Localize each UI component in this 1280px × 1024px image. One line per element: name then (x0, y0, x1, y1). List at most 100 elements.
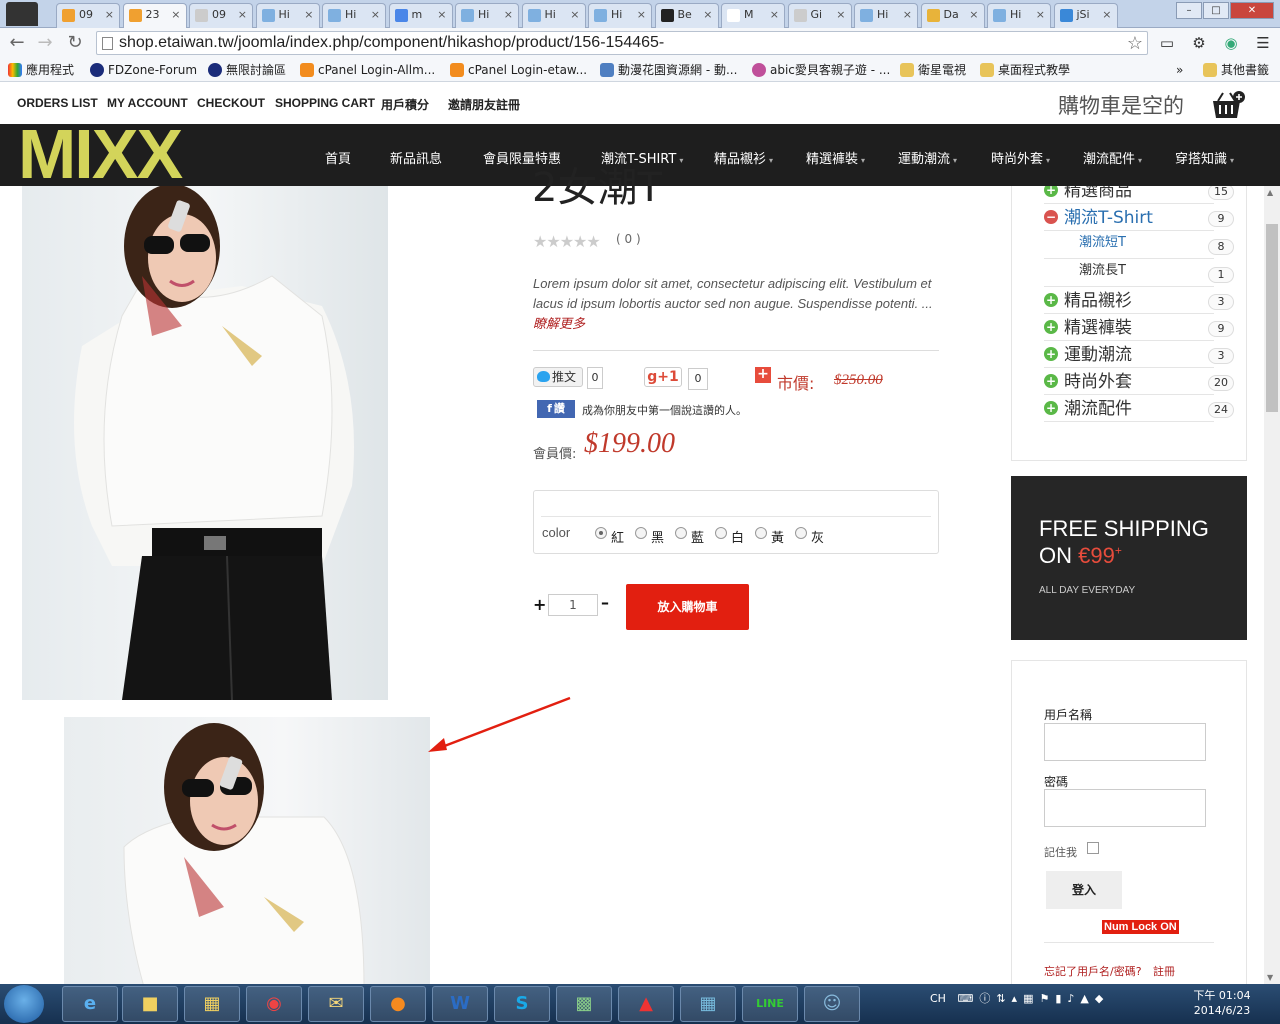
main-menu-item[interactable]: 首頁 (325, 148, 351, 167)
color-radio-white[interactable] (715, 527, 727, 539)
page-scrollbar[interactable]: ▲ ▼ (1264, 186, 1280, 984)
system-clock[interactable]: 下午 01:04 2014/6/23 (1192, 988, 1252, 1018)
color-radio-gray[interactable] (795, 527, 807, 539)
tab-close-icon[interactable]: × (637, 4, 646, 26)
my-account-link[interactable]: MY ACCOUNT (107, 96, 188, 110)
main-menu-item[interactable]: 穿搭知識 ▾ (1175, 148, 1234, 167)
bookmark-folder-desktop[interactable]: 桌面程式教學 (980, 62, 1070, 78)
category-item[interactable]: + 精選商品 (1044, 186, 1132, 201)
browser-tab[interactable]: m × (388, 3, 453, 28)
quantity-input[interactable]: 1 (548, 594, 598, 616)
tab-close-icon[interactable]: × (1102, 4, 1111, 26)
category-item[interactable]: + 時尚外套 (1044, 367, 1132, 392)
category-item[interactable]: + 潮流配件 (1044, 394, 1132, 419)
menu-icon[interactable]: ☰ (1253, 33, 1273, 53)
extension-icon[interactable]: ⚙ (1189, 33, 1209, 53)
expand-icon[interactable]: + (1044, 293, 1058, 307)
tray-icons[interactable]: ⌨ⓘ⇅▴▦⚑▮♪▲◆ (957, 992, 1109, 1005)
browser-tab[interactable]: Hi × (322, 3, 386, 28)
network-app-icon[interactable]: ▩ (556, 986, 612, 1022)
facebook-like-button[interactable]: f讚 (537, 400, 575, 418)
main-menu-item[interactable]: 潮流配件 ▾ (1083, 148, 1142, 167)
scroll-down-arrow[interactable]: ▼ (1267, 973, 1273, 982)
tab-close-icon[interactable]: × (903, 4, 912, 26)
browser-tab[interactable]: M × (721, 3, 785, 28)
bookmark-forum[interactable]: 無限討論區 (208, 62, 286, 78)
main-menu-item[interactable]: 會員限量特惠 (483, 148, 561, 167)
add-to-cart-button[interactable]: 放入購物車 (626, 584, 749, 630)
bookmark-folder-tv[interactable]: 衛星電視 (900, 62, 966, 78)
forgot-password-link[interactable]: 忘記了用戶名/密碼? (1044, 965, 1142, 978)
tab-close-icon[interactable]: × (171, 4, 180, 26)
rating-stars[interactable]: ★★★★★ (533, 232, 601, 251)
checkout-link[interactable]: CHECKOUT (197, 96, 265, 110)
browser-tab[interactable]: Hi × (987, 3, 1051, 28)
remember-me-checkbox[interactable] (1087, 842, 1099, 854)
password-input[interactable] (1044, 789, 1206, 827)
cart-status-text[interactable]: 購物車是空的 (1058, 90, 1184, 120)
tab-close-icon[interactable]: × (969, 4, 978, 26)
tweet-button[interactable]: 推文 (533, 367, 583, 387)
browser-tab[interactable]: Hi × (255, 3, 320, 28)
main-menu-item[interactable]: 潮流T-SHIRT ▾ (601, 148, 683, 167)
orders-list-link[interactable]: ORDERS LIST (17, 96, 98, 110)
user-points-link[interactable]: 用戶積分 (381, 96, 429, 113)
color-radio-black[interactable] (635, 527, 647, 539)
bookmark-abic[interactable]: abic愛貝客親子遊 - ... (752, 62, 890, 78)
cast-icon[interactable]: ▭ (1157, 33, 1177, 53)
share-plus-icon[interactable]: + (755, 367, 771, 383)
category-item[interactable]: + 精品襯衫 (1044, 286, 1132, 311)
quantity-decrease-button[interactable]: – (601, 593, 609, 612)
tab-close-icon[interactable]: × (304, 4, 313, 26)
tab-close-icon[interactable]: × (770, 4, 779, 26)
tab-close-icon[interactable]: × (504, 4, 513, 26)
main-menu-item[interactable]: 時尚外套 ▾ (991, 148, 1050, 167)
word-icon[interactable]: W (432, 986, 488, 1022)
bookmark-other[interactable]: 其他書籤 (1203, 62, 1269, 78)
bookmark-cpanel-allm[interactable]: cPanel Login-Allm... (300, 62, 435, 78)
ie-icon[interactable]: e (62, 986, 118, 1022)
bookmark-anime[interactable]: 動漫花園資源網 - 動... (600, 62, 737, 78)
bookmark-apps[interactable]: 應用程式 (8, 62, 74, 78)
color-radio-red[interactable] (595, 527, 607, 539)
browser-profile-icon[interactable] (6, 2, 38, 26)
tab-close-icon[interactable]: × (238, 4, 247, 26)
category-item[interactable]: 潮流長T (1079, 259, 1126, 278)
color-radio-blue[interactable] (675, 527, 687, 539)
product-main-image[interactable] (22, 186, 388, 700)
category-item[interactable]: 潮流短T (1079, 231, 1126, 250)
username-input[interactable] (1044, 723, 1206, 761)
main-menu-item[interactable]: 新品訊息 (390, 148, 442, 167)
scrollbar-thumb[interactable] (1266, 224, 1278, 412)
forward-icon[interactable]: → (34, 32, 56, 54)
firefox-icon[interactable]: ● (370, 986, 426, 1022)
explorer-icon[interactable]: ▦ (184, 986, 240, 1022)
windows-app-icon[interactable]: ▦ (680, 986, 736, 1022)
browser-tab[interactable]: Be × (654, 3, 719, 28)
bookmark-cpanel-etaw[interactable]: cPanel Login-etaw... (450, 62, 587, 78)
minimize-button[interactable]: – (1176, 2, 1202, 19)
browser-tab[interactable]: 09 × (56, 3, 120, 28)
read-more-link[interactable]: 瞭解更多 (533, 316, 585, 331)
main-menu-item[interactable]: 精品襯衫 ▾ (714, 148, 773, 167)
tab-close-icon[interactable]: × (105, 4, 114, 26)
line-icon[interactable]: LINE (742, 986, 798, 1022)
tab-close-icon[interactable]: × (437, 4, 446, 26)
scroll-up-arrow[interactable]: ▲ (1267, 188, 1273, 197)
tab-close-icon[interactable]: × (570, 4, 579, 26)
expand-icon[interactable]: + (1044, 347, 1058, 361)
gplus-button[interactable]: g+1 (644, 367, 682, 387)
users-app-icon[interactable]: ☺ (804, 986, 860, 1022)
mail-icon[interactable]: ✉ (308, 986, 364, 1022)
chrome-icon[interactable]: ◉ (246, 986, 302, 1022)
tab-close-icon[interactable]: × (371, 4, 380, 26)
browser-tab[interactable]: 23 × (122, 3, 187, 29)
browser-tab[interactable]: Hi × (521, 3, 586, 28)
login-button[interactable]: 登入 (1046, 871, 1122, 909)
back-icon[interactable]: ← (6, 32, 28, 54)
reload-icon[interactable]: ↻ (64, 32, 86, 54)
browser-tab[interactable]: 09 × (189, 3, 253, 28)
skype-icon[interactable]: S (494, 986, 550, 1022)
browser-tab[interactable]: Hi × (854, 3, 918, 28)
browser-tab[interactable]: Gi × (787, 3, 852, 28)
